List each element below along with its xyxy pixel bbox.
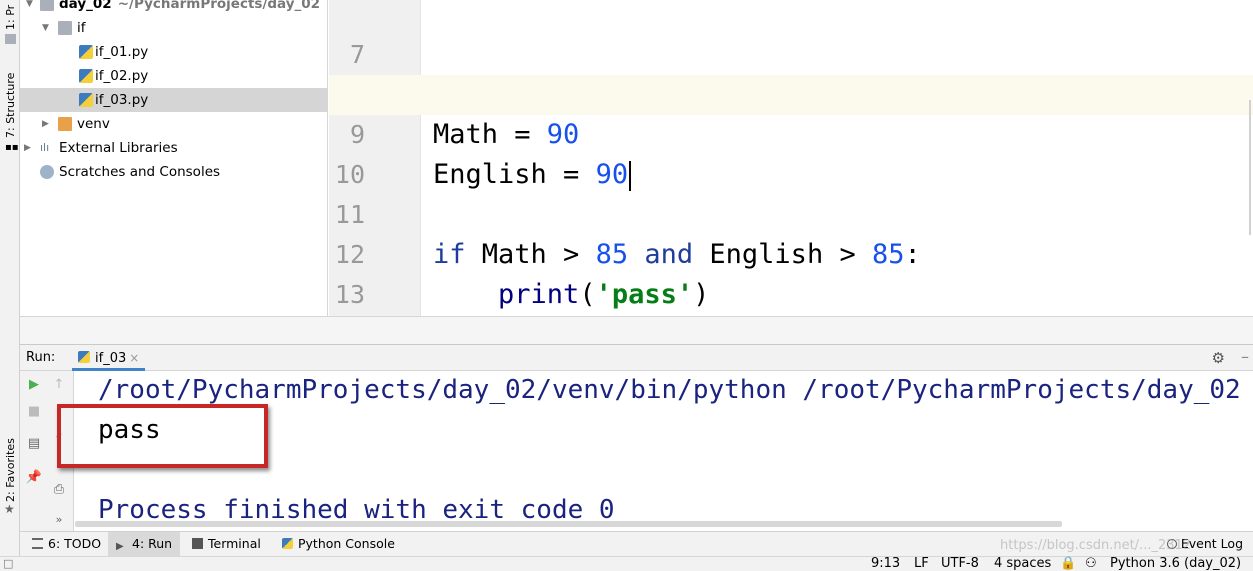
event-log-icon bbox=[1166, 539, 1177, 549]
more-icon[interactable]: » bbox=[48, 509, 70, 531]
gear-icon[interactable]: ⚙ bbox=[1212, 349, 1225, 367]
tab-terminal-label: Terminal bbox=[208, 536, 261, 551]
structure-icon: ▪▪ bbox=[5, 142, 19, 153]
tree-item-label: if_02.py bbox=[95, 68, 149, 84]
tree-folder-if[interactable]: ▼ if bbox=[20, 16, 327, 40]
pin-icon[interactable]: 📌 bbox=[23, 467, 45, 489]
tab-terminal[interactable]: Terminal bbox=[184, 532, 269, 556]
code-line[interactable]: 8 Math = 90 bbox=[329, 35, 1253, 150]
star-icon: ★ bbox=[4, 502, 15, 516]
code-line[interactable]: 7 """ bbox=[329, 0, 1253, 110]
console-horizontal-scrollbar[interactable] bbox=[75, 521, 1062, 527]
soft-wrap-icon[interactable]: ⤶ bbox=[48, 425, 70, 447]
code-line[interactable]: 12 print('pass') bbox=[329, 195, 1253, 310]
code-editor[interactable]: 7 """ 8 Math = 90 9 English = 90 10 11 i… bbox=[329, 0, 1253, 316]
event-log-label: Event Log bbox=[1180, 536, 1243, 551]
project-tool-tab-label: 1: Pr bbox=[4, 4, 17, 30]
tree-file-if01[interactable]: if_01.py bbox=[20, 40, 327, 64]
editor-separator bbox=[20, 316, 1253, 344]
folder-icon bbox=[40, 0, 54, 11]
stop-icon[interactable]: ■ bbox=[23, 401, 45, 423]
scratches-icon bbox=[40, 165, 54, 179]
favorites-tool-tab-label: 2: Favorites bbox=[4, 438, 17, 502]
terminal-icon bbox=[192, 538, 203, 549]
tree-folder-venv[interactable]: ▶ venv bbox=[20, 112, 327, 136]
chevron-down-icon[interactable]: ▼ bbox=[42, 16, 49, 40]
todo-icon bbox=[32, 538, 43, 549]
tree-item-label: External Libraries bbox=[59, 140, 178, 156]
structure-tool-tab-label: 7: Structure bbox=[4, 72, 17, 138]
run-panel-header: Run: if_03 × ⚙ – bbox=[20, 344, 1253, 371]
chevron-right-icon[interactable]: ▶ bbox=[42, 112, 49, 136]
tree-scratches[interactable]: Scratches and Consoles bbox=[20, 160, 327, 184]
root-folder-path: ~/PycharmProjects/day_02 bbox=[117, 0, 321, 12]
file-encoding[interactable]: UTF-8 bbox=[941, 556, 979, 571]
tree-item-label: if_01.py bbox=[95, 44, 149, 60]
python-interpreter[interactable]: Python 3.6 (day_02) bbox=[1110, 556, 1241, 571]
tab-run[interactable]: ▶ 4: Run bbox=[108, 532, 181, 556]
tree-item-label: if bbox=[77, 20, 86, 36]
tree-file-if02[interactable]: if_02.py bbox=[20, 64, 327, 88]
python-file-icon bbox=[79, 69, 93, 83]
tab-python-console[interactable]: Python Console bbox=[274, 532, 403, 556]
run-icon: ▶ bbox=[116, 541, 124, 552]
tree-item-label: if_03.py bbox=[95, 92, 149, 108]
event-log-button[interactable]: Event Log bbox=[1166, 532, 1243, 556]
run-console[interactable]: /root/PycharmProjects/day_02/venv/bin/py… bbox=[75, 371, 1253, 531]
code-line-current[interactable]: 9 English = 90 bbox=[329, 75, 1253, 191]
left-tool-strip: 1: Pr 7: Structure ▪▪ 2: Favorites ★ bbox=[0, 0, 20, 571]
lock-icon[interactable]: 🔒 bbox=[1060, 556, 1076, 571]
scroll-up-icon[interactable]: ↑ bbox=[48, 374, 70, 396]
tree-file-if03[interactable]: if_03.py bbox=[20, 88, 327, 112]
rerun-icon[interactable]: ▶ bbox=[23, 374, 45, 396]
console-command-line: /root/PycharmProjects/day_02/venv/bin/py… bbox=[98, 375, 1241, 405]
tree-item-label: venv bbox=[77, 116, 110, 132]
code-line[interactable]: 10 bbox=[329, 115, 1253, 189]
editor-scrollbar[interactable] bbox=[1245, 100, 1251, 235]
tree-root-day02[interactable]: ▼ day_02 ~/PycharmProjects/day_02 bbox=[20, 0, 327, 16]
close-icon[interactable]: × bbox=[129, 351, 139, 365]
folder-icon bbox=[58, 21, 72, 35]
code-line[interactable]: 11 if Math > 85 and English > 85: bbox=[329, 155, 1253, 270]
project-tree: ▼ day_02 ~/PycharmProjects/day_02 ▼ if if… bbox=[20, 0, 328, 344]
run-toolbar: ▶ ↑ ■ ⤶ ▤ 📌 ⎙ » bbox=[20, 371, 74, 531]
run-panel-label: Run: bbox=[26, 350, 56, 365]
folder-icon bbox=[58, 117, 72, 131]
tree-item-label: Scratches and Consoles bbox=[59, 164, 221, 180]
python-file-icon bbox=[78, 351, 90, 363]
tree-external-libraries[interactable]: ▶ ılı External Libraries bbox=[20, 136, 327, 160]
print-icon[interactable]: ⎙ bbox=[48, 479, 70, 501]
python-file-icon bbox=[79, 45, 93, 59]
tab-python-console-label: Python Console bbox=[298, 536, 395, 551]
inspector-icon[interactable]: ⚇ bbox=[1085, 556, 1097, 571]
line-separator[interactable]: LF bbox=[914, 556, 929, 571]
indent-setting[interactable]: 4 spaces bbox=[994, 556, 1051, 571]
chevron-down-icon[interactable]: ▼ bbox=[26, 0, 33, 16]
python-file-icon bbox=[79, 93, 93, 107]
tab-todo-label: 6: TODO bbox=[48, 536, 102, 551]
caret-position[interactable]: 9:13 bbox=[871, 556, 900, 571]
tab-todo[interactable]: 6: TODO bbox=[24, 532, 109, 556]
layout-icon[interactable]: ▤ bbox=[23, 433, 45, 455]
folder-icon bbox=[5, 34, 16, 44]
library-icon: ılı bbox=[40, 141, 50, 154]
bottom-tool-tabs: 6: TODO ▶ 4: Run Terminal Python Console … bbox=[20, 531, 1253, 556]
code-line[interactable]: 14 print('failed') bbox=[329, 275, 1253, 315]
structure-tool-tab[interactable]: 7: Structure ▪▪ bbox=[2, 62, 19, 153]
tab-run-label: 4: Run bbox=[132, 536, 173, 551]
console-output-line: pass bbox=[98, 415, 161, 445]
chevron-right-icon[interactable]: ▶ bbox=[24, 136, 31, 160]
python-console-icon bbox=[282, 538, 293, 549]
run-tab-label: if_03 bbox=[95, 351, 127, 366]
root-folder-name: day_02 bbox=[59, 0, 112, 12]
status-toggle-icon[interactable]: □ bbox=[3, 556, 13, 571]
favorites-tool-tab[interactable]: 2: Favorites ★ bbox=[2, 430, 18, 520]
hide-panel-icon[interactable]: – bbox=[1241, 347, 1249, 366]
code-line[interactable]: 13 else: bbox=[329, 235, 1253, 309]
project-tool-tab[interactable]: 1: Pr bbox=[2, 0, 18, 56]
run-tab-if03[interactable]: if_03 × bbox=[72, 345, 146, 371]
status-bar: □ 9:13 LF UTF-8 4 spaces 🔒 ⚇ Python 3.6 … bbox=[0, 556, 1253, 571]
